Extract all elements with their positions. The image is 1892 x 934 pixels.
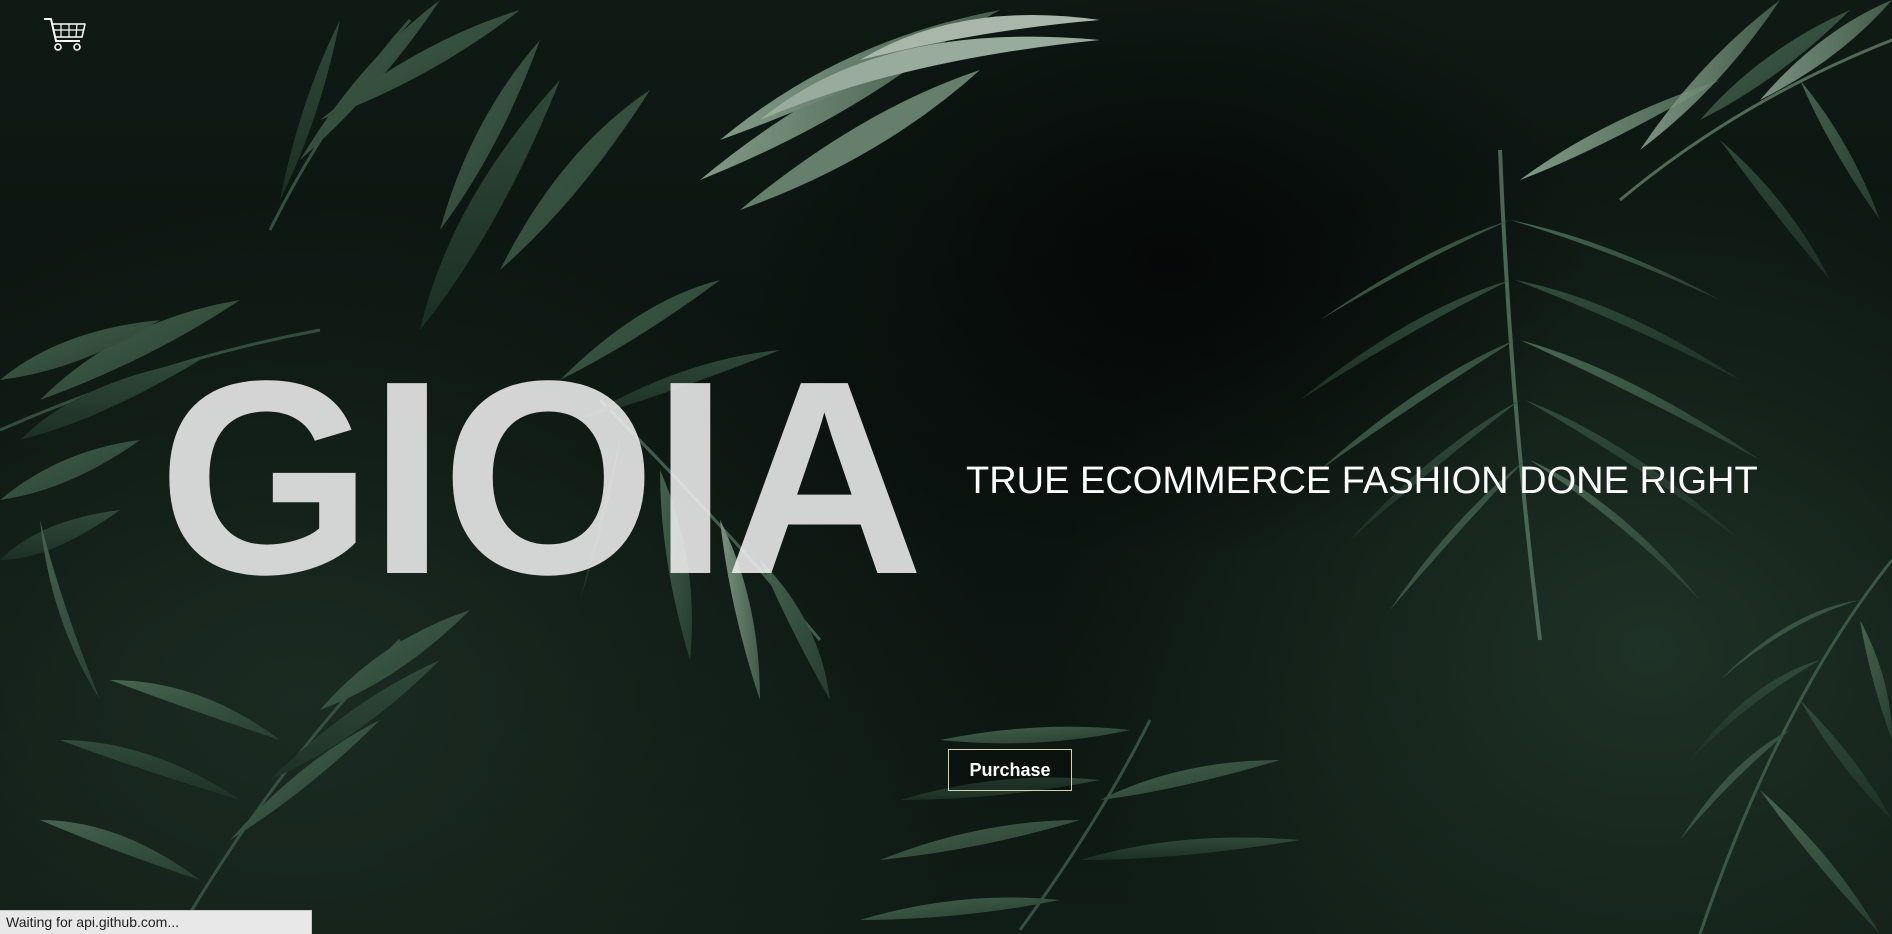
cart-button[interactable] (42, 15, 88, 55)
shopping-cart-icon (44, 18, 86, 51)
hero-section: GIOIA TRUE ECOMMERCE FASHION DONE RIGHT … (0, 0, 1892, 934)
purchase-button[interactable]: Purchase (948, 749, 1072, 791)
hero-tagline: TRUE ECOMMERCE FASHION DONE RIGHT (966, 460, 1758, 502)
browser-status-bar: Waiting for api.github.com... (0, 910, 312, 934)
brand-title: GIOIA (158, 324, 924, 632)
